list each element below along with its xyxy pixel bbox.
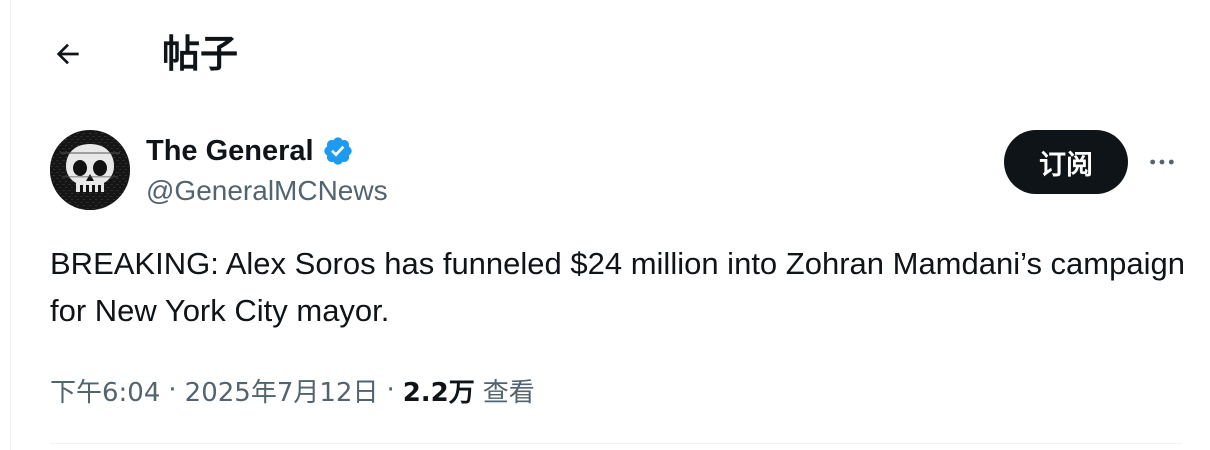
subscribe-button[interactable]: 订阅 bbox=[1004, 130, 1128, 194]
arrow-left-icon bbox=[56, 43, 79, 65]
author-name-row: The General bbox=[146, 130, 354, 172]
divider bbox=[50, 443, 1182, 444]
meta-separator: · bbox=[168, 375, 177, 405]
verified-badge-icon bbox=[323, 137, 352, 165]
back-button[interactable] bbox=[44, 32, 92, 76]
tweet-time[interactable]: 下午6:04 bbox=[50, 372, 160, 409]
avatar[interactable] bbox=[50, 130, 130, 210]
meta-separator: · bbox=[386, 375, 395, 405]
more-horizontal-icon bbox=[1150, 159, 1174, 165]
tweet-meta: 下午6:04 · 2025年7月12日 · 2.2万 查看 bbox=[50, 368, 535, 412]
author-display-name[interactable]: The General bbox=[146, 135, 314, 168]
page-header: 帖子 bbox=[0, 0, 1210, 110]
skull-avatar bbox=[50, 130, 130, 210]
views-label: 查看 bbox=[482, 377, 535, 408]
more-options-button[interactable] bbox=[1140, 140, 1184, 184]
views-count: 2.2万 bbox=[402, 377, 475, 408]
tweet-date[interactable]: 2025年7月12日 bbox=[185, 372, 379, 409]
page-title: 帖子 bbox=[162, 32, 239, 76]
author-handle[interactable]: @GeneralMCNews bbox=[146, 172, 388, 210]
tweet-text: BREAKING: Alex Soros has funneled $24 mi… bbox=[50, 246, 1185, 328]
